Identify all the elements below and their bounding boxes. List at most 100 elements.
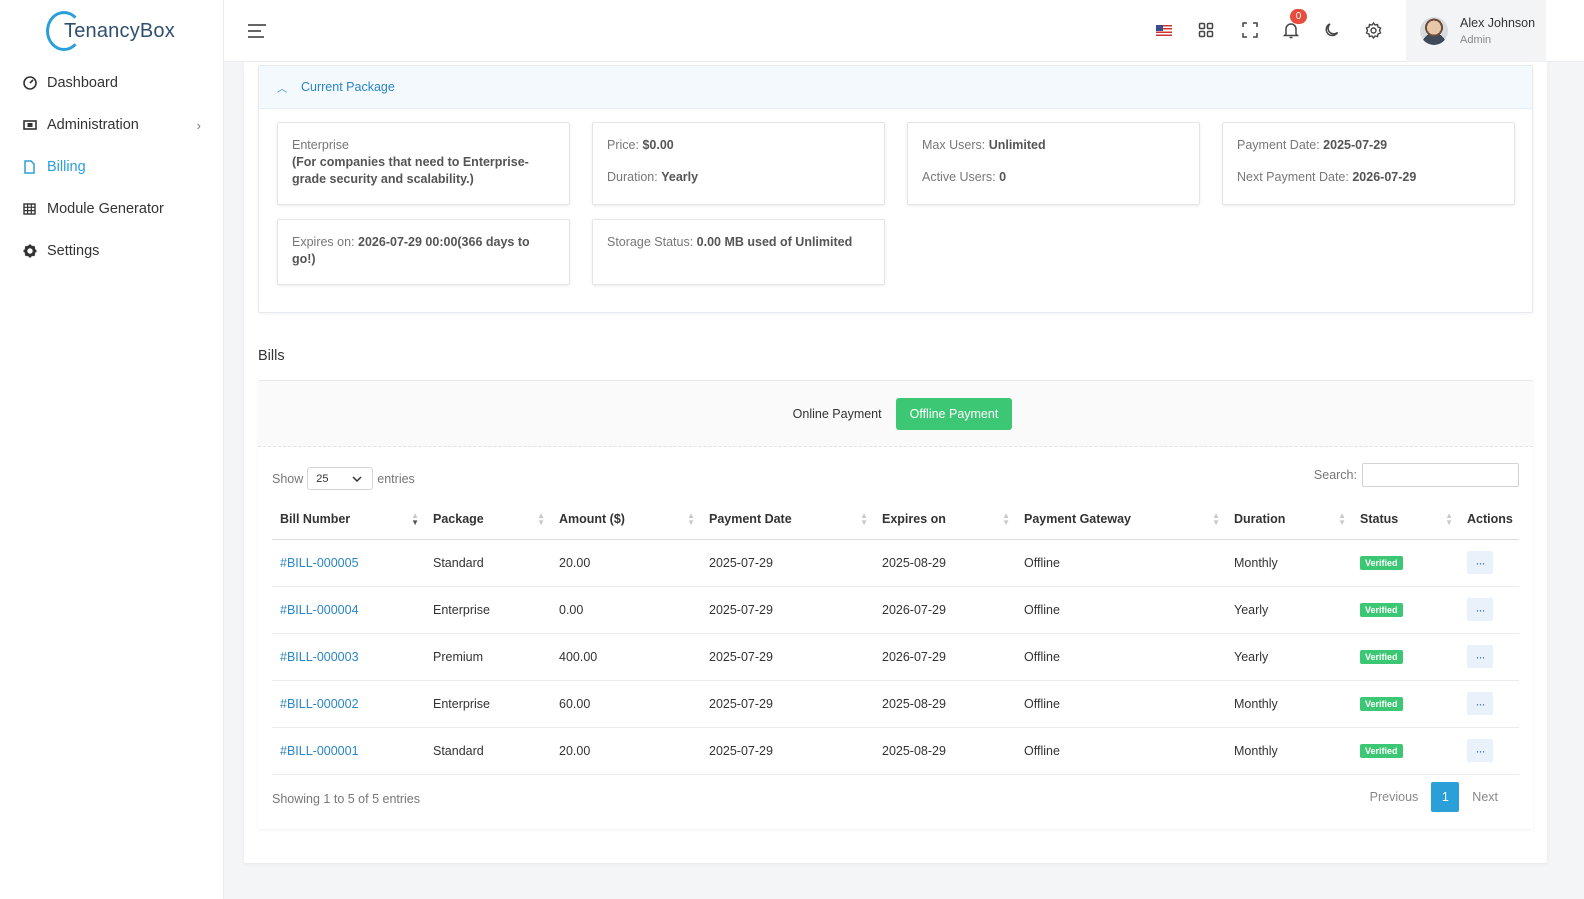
sidebar: TenancyBox Dashboard Administration › Bi…: [0, 0, 224, 899]
expires-cell: 2025-08-29: [874, 727, 1016, 775]
entries-select[interactable]: 25: [307, 467, 374, 490]
table-search: Search:: [1314, 463, 1519, 487]
moon-icon[interactable]: [1322, 20, 1342, 40]
current-package-toggle[interactable]: ︿ Current Package: [259, 66, 1532, 109]
sort-icon: ▲ ▼: [1002, 511, 1010, 527]
column-bill-number[interactable]: Bill Number ▲ ▼: [272, 499, 425, 540]
package-name: Enterprise: [292, 138, 349, 152]
payment-date-value: 2025-07-29: [1323, 138, 1388, 152]
row-actions-button[interactable]: ···: [1467, 692, 1493, 715]
column-payment-date[interactable]: Payment Date ▲ ▼: [701, 499, 874, 540]
user-role: Admin: [1460, 34, 1492, 46]
bill-number-link[interactable]: #BILL-000004: [280, 603, 359, 617]
payment-date-cell: 2025-07-29: [701, 680, 874, 728]
column-actions: Actions: [1459, 499, 1519, 540]
amount-cell: 20.00: [551, 539, 701, 587]
amount-cell: 20.00: [551, 727, 701, 775]
table-row: #BILL-000003 Premium 400.00 2025-07-29 2…: [272, 633, 1519, 681]
sort-icon: ▲ ▼: [537, 511, 545, 527]
grid-icon: [22, 202, 37, 217]
bill-number-link[interactable]: #BILL-000003: [280, 650, 359, 664]
column-payment-gateway[interactable]: Payment Gateway ▲ ▼: [1016, 499, 1226, 540]
package-cell: Standard: [425, 539, 551, 587]
gateway-cell: Offline: [1016, 633, 1226, 681]
max-users-value: Unlimited: [988, 138, 1046, 152]
tab-online-payment[interactable]: Online Payment: [779, 398, 896, 430]
column-package[interactable]: Package ▲ ▼: [425, 499, 551, 540]
bill-number-link[interactable]: #BILL-000001: [280, 744, 359, 758]
pagination-page-1[interactable]: 1: [1431, 782, 1460, 812]
status-badge: Verified: [1360, 650, 1403, 664]
expires-cell: 2026-07-29: [874, 586, 1016, 634]
current-package-title: Current Package: [301, 80, 395, 94]
search-input[interactable]: [1362, 463, 1519, 487]
sidebar-item-settings[interactable]: Settings: [0, 230, 223, 272]
storage-box: Storage Status: 0.00 MB used of Unlimite…: [592, 219, 885, 285]
column-status[interactable]: Status ▲ ▼: [1352, 499, 1459, 540]
sidebar-item-label: Module Generator: [47, 201, 164, 217]
sort-icon: ▲ ▼: [860, 511, 868, 527]
expires-cell: 2025-08-29: [874, 680, 1016, 728]
price-box: Price: $0.00 Duration: Yearly: [592, 122, 885, 205]
package-cell: Enterprise: [425, 586, 551, 634]
payment-date-cell: 2025-07-29: [701, 539, 874, 587]
duration-label: Duration:: [607, 170, 658, 184]
menu-toggle-icon[interactable]: [248, 24, 266, 42]
table-controls: Show 25 entries Search:: [272, 463, 1519, 490]
bill-number-link[interactable]: #BILL-000002: [280, 697, 359, 711]
apps-grid-icon[interactable]: [1196, 20, 1216, 40]
row-actions-button[interactable]: ···: [1467, 739, 1493, 762]
sidebar-item-label: Settings: [47, 243, 100, 259]
row-actions-button[interactable]: ···: [1467, 598, 1493, 621]
sidebar-item-module-generator[interactable]: Module Generator: [0, 188, 223, 230]
status-badge: Verified: [1360, 603, 1403, 617]
brand-logo[interactable]: TenancyBox: [0, 0, 223, 62]
column-amount[interactable]: Amount ($) ▲ ▼: [551, 499, 701, 540]
dashboard-icon: [22, 76, 37, 91]
sidebar-item-dashboard[interactable]: Dashboard: [0, 62, 223, 104]
sidebar-item-label: Dashboard: [47, 75, 118, 91]
payment-date-cell: 2025-07-29: [701, 727, 874, 775]
row-actions-button[interactable]: ···: [1467, 645, 1493, 668]
tab-offline-payment[interactable]: Offline Payment: [895, 397, 1013, 430]
payment-date-label: Payment Date:: [1237, 138, 1320, 152]
sort-icon: ▲ ▼: [1445, 511, 1453, 527]
users-box: Max Users: Unlimited Active Users: 0: [907, 122, 1200, 205]
package-cell: Premium: [425, 633, 551, 681]
file-icon: [22, 160, 37, 175]
price-value: $0.00: [642, 138, 674, 152]
pagination-previous[interactable]: Previous: [1359, 790, 1430, 804]
active-users-value: 0: [999, 170, 1007, 184]
table-row: #BILL-000001 Standard 20.00 2025-07-29 2…: [272, 727, 1519, 775]
column-expires-on[interactable]: Expires on ▲ ▼: [874, 499, 1016, 540]
chevron-down-icon: [352, 473, 362, 485]
sidebar-item-administration[interactable]: Administration ›: [0, 104, 223, 146]
expires-box: Expires on: 2026-07-29 00:00(366 days to…: [277, 219, 570, 285]
package-cell: Enterprise: [425, 680, 551, 728]
row-actions-button[interactable]: ···: [1467, 551, 1493, 574]
status-badge: Verified: [1360, 744, 1403, 758]
payment-date-cell: 2025-07-29: [701, 633, 874, 681]
us-flag-icon[interactable]: [1156, 25, 1172, 36]
fullscreen-icon[interactable]: [1240, 20, 1260, 40]
duration-cell: Yearly: [1226, 633, 1352, 681]
gateway-cell: Offline: [1016, 586, 1226, 634]
settings-gear-icon[interactable]: [1363, 20, 1383, 40]
pagination-next[interactable]: Next: [1461, 790, 1509, 804]
sidebar-item-billing[interactable]: Billing: [0, 146, 223, 188]
column-duration[interactable]: Duration ▲ ▼: [1226, 499, 1352, 540]
gear-icon: [22, 244, 37, 259]
duration-cell: Yearly: [1226, 586, 1352, 634]
sidebar-nav: Dashboard Administration › Billing Modul…: [0, 62, 223, 272]
search-label: Search:: [1313, 468, 1357, 482]
payment-tabs: Online Payment Offline Payment: [258, 381, 1533, 447]
current-package-card: ︿ Current Package Enterprise (For compan…: [258, 65, 1533, 313]
package-description: (For companies that need to Enterprise-g…: [292, 155, 529, 186]
bills-table: Bill Number ▲ ▼ Package ▲ ▼ Amount ($) ▲ ▼ Pay…: [272, 499, 1519, 775]
bill-number-link[interactable]: #BILL-000005: [280, 556, 359, 570]
table-header-row: Bill Number ▲ ▼ Package ▲ ▼ Amount ($) ▲ ▼ Pay…: [272, 499, 1519, 540]
table-row: #BILL-000002 Enterprise 60.00 2025-07-29…: [272, 680, 1519, 728]
pagination: Previous 1 Next: [1359, 782, 1509, 812]
user-profile[interactable]: Alex Johnson Admin: [1406, 0, 1546, 62]
storage-label: Storage Status:: [607, 235, 694, 249]
